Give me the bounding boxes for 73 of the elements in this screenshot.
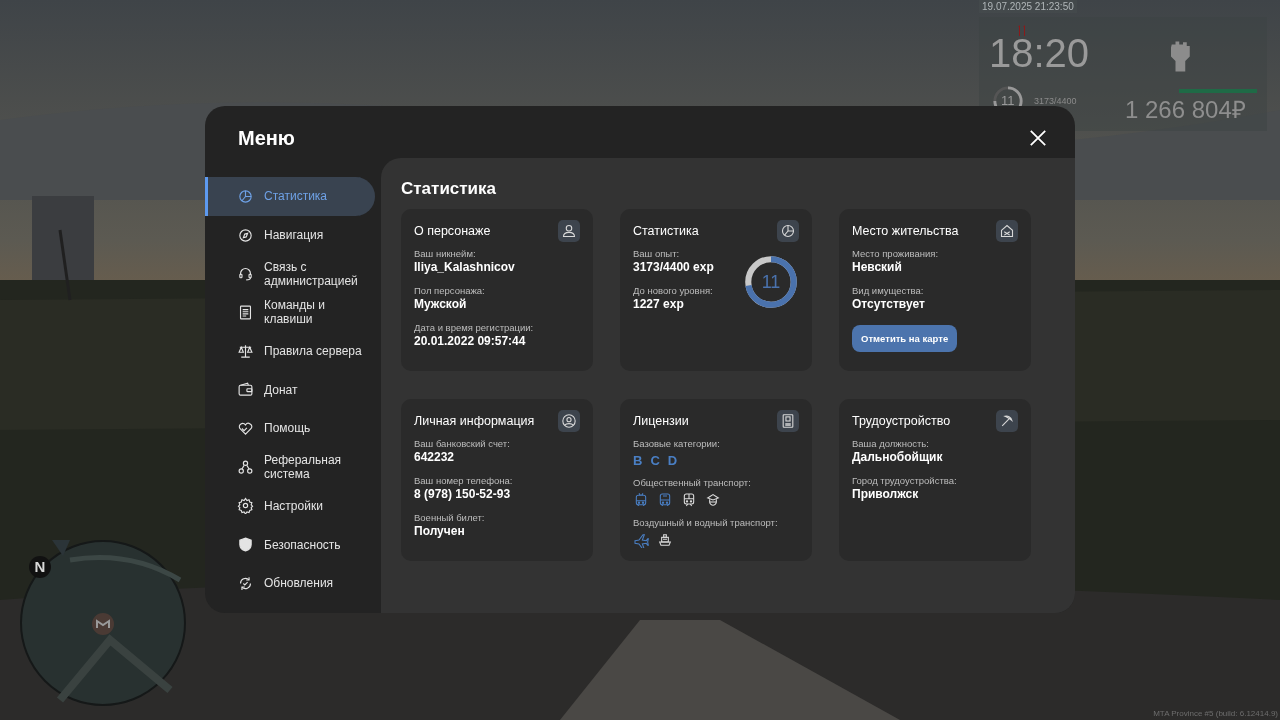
field-label: До нового уровня: bbox=[633, 285, 713, 297]
field-value: Мужской bbox=[414, 297, 467, 312]
sidebar-item[interactable]: Связь с администрацией bbox=[205, 254, 375, 294]
timestamp: 19.07.2025 21:23:50 bbox=[979, 0, 1077, 13]
money: 1 266 804₽ bbox=[1125, 96, 1246, 124]
exp-text: 3173/4400 bbox=[1034, 95, 1077, 107]
field-label: Общественный транспорт: bbox=[633, 477, 751, 489]
field-value: Приволжск bbox=[852, 487, 919, 502]
card-title: Трудоустройство bbox=[852, 414, 951, 428]
house-icon bbox=[996, 220, 1018, 242]
field-value: 642232 bbox=[414, 450, 455, 465]
nodes-icon bbox=[237, 458, 254, 476]
pie-chart-icon bbox=[777, 220, 799, 242]
sidebar-item[interactable]: Настройки bbox=[205, 486, 375, 526]
sidebar-item[interactable]: Навигация bbox=[205, 215, 375, 255]
field-label: Военный билет: bbox=[414, 512, 485, 524]
field-label: Дата и время регистрации: bbox=[414, 322, 534, 334]
level-number: 11 bbox=[760, 272, 782, 292]
section-title: Статистика bbox=[401, 178, 498, 200]
card-title: О персонаже bbox=[414, 224, 491, 238]
license-category: B bbox=[633, 453, 643, 468]
field-value: Получен bbox=[414, 524, 465, 539]
level-number: 11 bbox=[1001, 94, 1015, 108]
field-label: Воздушный и водный транспорт: bbox=[633, 517, 778, 529]
field-value: Отсутствует bbox=[852, 297, 925, 312]
north-pointer-icon bbox=[52, 540, 70, 556]
card-title: Лицензии bbox=[633, 414, 689, 428]
field-label: Место проживания: bbox=[852, 248, 939, 260]
sidebar-item[interactable]: Правила сервера bbox=[205, 331, 375, 371]
field-value: 3173/4400 exp bbox=[633, 260, 714, 275]
field-label: Ваш никнейм: bbox=[414, 248, 476, 260]
field-value: Невский bbox=[852, 260, 902, 275]
sidebar-item[interactable]: Донат bbox=[205, 370, 375, 410]
sidebar-item[interactable]: Помощь bbox=[205, 409, 375, 448]
field-value: 1227 exp bbox=[633, 297, 684, 312]
wallet-icon bbox=[237, 381, 254, 399]
pickaxe-icon bbox=[996, 410, 1018, 432]
wanted-icon bbox=[1017, 24, 1027, 36]
field-label: Ваша должность: bbox=[852, 438, 929, 450]
headset-icon bbox=[237, 265, 254, 283]
field-value: Iliya_Kalashnicov bbox=[414, 260, 515, 275]
user-icon bbox=[558, 220, 580, 242]
field-label: Ваш банковский счет: bbox=[414, 438, 510, 450]
card-title: Статистика bbox=[633, 224, 699, 238]
pie-chart-icon bbox=[237, 187, 254, 205]
card-title: Место жительства bbox=[852, 224, 959, 238]
field-label: Город трудоустройства: bbox=[852, 475, 957, 487]
field-label: Пол персонажа: bbox=[414, 285, 485, 297]
license-category: D bbox=[667, 453, 678, 468]
field-value: Дальнобойщик bbox=[852, 450, 943, 465]
document-icon bbox=[237, 303, 254, 321]
field-label: Ваш номер телефона: bbox=[414, 475, 513, 487]
field-label: Вид имущества: bbox=[852, 285, 924, 297]
compass-icon bbox=[237, 226, 254, 244]
card-title: Личная информация bbox=[414, 414, 535, 428]
id-card-icon bbox=[777, 410, 799, 432]
mark-on-map-button[interactable]: Отметить на карте bbox=[852, 325, 958, 352]
license-category: C bbox=[650, 453, 660, 468]
sidebar-item[interactable]: Безопасность bbox=[205, 525, 375, 564]
clock: 18:20 bbox=[989, 31, 1090, 75]
sidebar-item[interactable]: Статистика bbox=[205, 177, 375, 216]
sidebar-item[interactable]: Реферальная система bbox=[205, 447, 375, 487]
settings-icon bbox=[237, 497, 254, 515]
sidebar-item[interactable]: Команды и клавиши bbox=[205, 293, 375, 332]
refresh-icon bbox=[237, 574, 254, 592]
menu-title: Меню bbox=[238, 126, 295, 150]
field-label: Ваш опыт: bbox=[633, 248, 680, 260]
sidebar-item[interactable]: Обновления bbox=[205, 563, 375, 603]
field-label: Базовые категории: bbox=[633, 438, 720, 450]
field-value: 8 (978) 150-52-93 bbox=[414, 487, 511, 502]
field-value: 20.01.2022 09:57:44 bbox=[414, 334, 526, 349]
scales-icon bbox=[237, 342, 254, 360]
shield-icon bbox=[237, 536, 254, 554]
